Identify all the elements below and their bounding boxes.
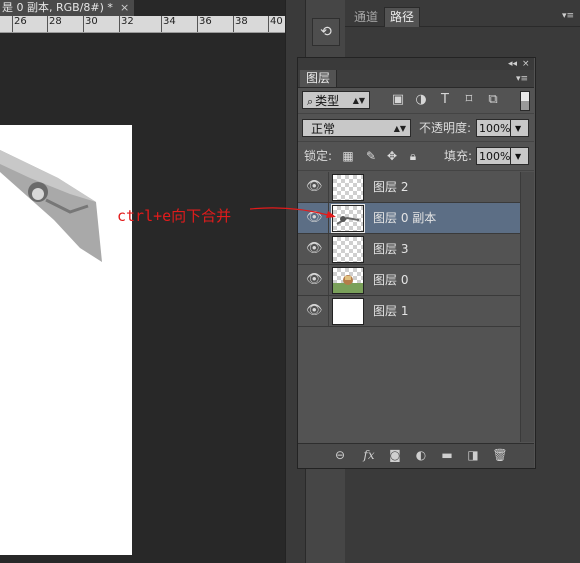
ruler-tick [119,16,120,32]
panel-menu-icon[interactable]: ▾≡ [562,10,574,22]
layer-thumbnail [332,267,364,294]
layer-name: 图层 3 [373,242,409,256]
chevron-down-icon[interactable]: ▼ [510,147,529,165]
divider [298,113,534,114]
collapse-panel-icon[interactable]: ◂◂ [508,58,520,70]
ruler-label: 36 [199,16,212,27]
ruler-label: 34 [163,16,176,27]
chevron-down-icon[interactable]: ▼ [510,119,529,137]
lock-pixels-icon[interactable]: ✎ [363,147,379,165]
layer-row[interactable]: 👁︎ 图层 1 [298,296,520,327]
layer-filter-select[interactable]: ⌕ 类型 ▲▼ [302,91,370,109]
visibility-toggle[interactable]: 👁︎ [298,172,329,202]
close-panel-icon[interactable]: × [522,58,534,70]
canvas-artwork [0,150,102,262]
opacity-input[interactable]: 100% [476,119,511,137]
layer-name: 图层 2 [373,180,409,194]
fill-input[interactable]: 100% [476,147,511,165]
shape-filter-icon[interactable]: ⌑ [460,91,478,109]
lock-transparency-icon[interactable]: ▦ [340,147,356,165]
visibility-toggle[interactable]: 👁︎ [298,265,329,295]
layer-name: 图层 0 副本 [373,211,437,225]
toggle-knob [521,92,529,101]
annotation-text: ctrl+e向下合并 [117,207,232,225]
ruler-label: 40 [270,16,283,27]
adjustment-icon[interactable]: ◐ [412,447,430,463]
ruler-label: 38 [235,16,248,27]
chevron-updown-icon: ▲▼ [352,96,365,105]
mask-icon[interactable]: ◙ [386,447,404,463]
image-filter-icon[interactable]: ▣ [389,91,407,109]
layer-row[interactable]: 👁︎ 图层 0 [298,265,520,296]
tab-channels[interactable]: 通道 [350,8,382,26]
ruler-tick [197,16,198,32]
visibility-toggle[interactable]: 👁︎ [298,296,329,326]
link-icon[interactable]: ⊖ [331,447,349,463]
ruler-label: 32 [121,16,134,27]
ruler-label: 28 [49,16,62,27]
layer-row[interactable]: 👁︎ 图层 2 [298,172,520,203]
ruler-label: 30 [85,16,98,27]
document-tab-title: 是 0 副本, RGB/8#) * [2,1,113,14]
fx-icon[interactable]: fx [360,447,378,463]
annotation-arrow [250,207,336,218]
history-icon[interactable]: ⟲ [312,18,340,46]
ruler-tick [12,16,13,32]
filter-toggle[interactable] [520,91,530,111]
layer-thumbnail [332,174,364,201]
blend-mode-value: 正常 [311,122,336,136]
landscape-thumbnail-art [333,275,363,293]
eye-icon: 👁︎ [306,272,323,287]
divider [298,141,534,142]
ruler-tick [268,16,269,32]
document-tab[interactable]: 是 0 副本, RGB/8#) * [0,0,134,16]
new-layer-icon[interactable]: ◨ [464,447,482,463]
tab-paths[interactable]: 路径 [384,7,421,27]
type-filter-icon[interactable]: T [436,91,454,109]
trash-icon[interactable]: 🗑︎ [491,447,509,463]
fill-label: 填充: [444,149,473,163]
eye-icon: 👁︎ [306,303,323,318]
ruler-tick [47,16,48,32]
document-close-icon[interactable]: × [120,0,132,16]
adjustment-filter-icon[interactable]: ◑ [412,91,430,109]
tab-layers[interactable]: 图层 [300,70,338,87]
search-icon: ⌕ [307,95,314,108]
visibility-toggle[interactable]: 👁︎ [298,234,329,264]
blend-mode-select[interactable]: 正常 ▲▼ [302,119,411,137]
layers-list-empty-area[interactable] [298,327,520,442]
eye-icon: 👁︎ [306,179,323,194]
layer-thumbnail [332,236,364,263]
lock-label: 锁定: [304,149,333,163]
layer-row[interactable]: 👁︎ 图层 3 [298,234,520,265]
eye-icon: 👁︎ [306,241,323,256]
layer-thumbnail [332,298,364,325]
horizontal-ruler: 26 28 30 32 34 36 38 40 [0,16,285,33]
ruler-tick [83,16,84,32]
layers-menu-icon[interactable]: ▾≡ [516,73,530,85]
opacity-label: 不透明度: [419,121,472,135]
divider [298,170,534,171]
layer-name: 图层 1 [373,304,409,318]
chevron-updown-icon: ▲▼ [393,124,406,133]
lock-all-icon[interactable]: 🔒︎ [405,147,421,165]
ruler-tick [233,16,234,32]
folder-icon[interactable]: ▬ [438,447,456,463]
lock-position-icon[interactable]: ✥ [384,147,400,165]
ruler-tick [161,16,162,32]
layers-scrollbar[interactable] [520,172,534,442]
filter-kind-label: 类型 [315,94,340,108]
ruler-label: 26 [14,16,27,27]
layer-name: 图层 0 [373,273,409,287]
smart-object-filter-icon[interactable]: ⧉ [484,91,502,109]
layers-panel-header[interactable] [298,58,534,70]
